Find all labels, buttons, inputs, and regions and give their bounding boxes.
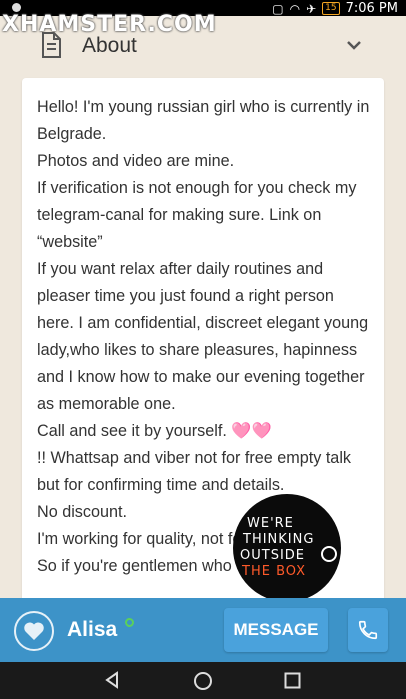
- status-icons: ▢ ◠ ✈ 15 7:06 PM: [272, 1, 398, 16]
- about-paragraph: Photos and video are mine.: [37, 152, 235, 170]
- notification-dot: [12, 3, 21, 12]
- about-text: Hello! I'm young russian girl who is cur…: [22, 78, 384, 580]
- phone-icon: [358, 620, 378, 640]
- about-paragraph: If you want relax after daily routines a…: [37, 260, 369, 413]
- system-nav-bar: [0, 662, 406, 699]
- about-paragraph: Call and see it by yourself. 🩷🩷: [37, 422, 272, 440]
- recent-square-icon[interactable]: [284, 672, 301, 694]
- sticker-line: OUTSIDE: [240, 548, 305, 563]
- about-paragraph: If verification is not enough for you ch…: [37, 179, 357, 251]
- screenshot-icon: ▢: [272, 1, 284, 16]
- call-button[interactable]: [348, 608, 388, 652]
- battery-icon: 15: [322, 2, 340, 15]
- sticker-line: THE BOX: [242, 564, 307, 579]
- home-circle-icon[interactable]: [193, 671, 213, 696]
- wifi-icon: ◠: [289, 1, 301, 16]
- message-button[interactable]: MESSAGE: [224, 608, 328, 652]
- ring-icon: [321, 546, 337, 562]
- about-paragraph: !! Whattsap and viber not for free empty…: [37, 449, 352, 494]
- airplane-icon: ✈: [306, 1, 317, 16]
- bottom-action-bar: Alisa MESSAGE: [0, 598, 406, 662]
- sticker-line: THINKING: [243, 532, 315, 547]
- favorite-button[interactable]: [14, 611, 54, 651]
- overlay-sticker: WE'RE THINKING OUTSIDE THE BOX: [233, 494, 341, 602]
- online-status-icon: [125, 618, 134, 627]
- back-triangle-icon[interactable]: [103, 671, 121, 694]
- profile-name: Alisa: [67, 618, 118, 641]
- heart-icon: [24, 622, 44, 640]
- about-paragraph: Hello! I'm young russian girl who is cur…: [37, 98, 370, 143]
- section-title: About: [82, 34, 137, 57]
- site-watermark: XHAMSTER.COM: [2, 12, 217, 37]
- sticker-line: WE'RE: [247, 516, 294, 531]
- chevron-down-icon[interactable]: [346, 38, 362, 56]
- clock: 7:06 PM: [345, 1, 398, 16]
